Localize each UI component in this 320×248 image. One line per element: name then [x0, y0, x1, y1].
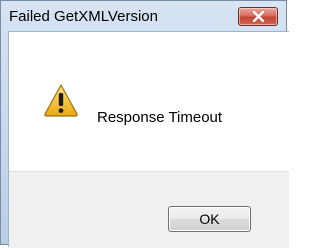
ok-button[interactable]: OK	[168, 206, 251, 232]
dialog-window: Failed GetXMLVersion Response Timeout OK	[0, 0, 289, 248]
warning-icon	[44, 84, 78, 117]
window-title: Failed GetXMLVersion	[9, 8, 158, 25]
close-button[interactable]	[238, 7, 278, 26]
button-bar: OK	[9, 171, 289, 248]
message-text: Response Timeout	[97, 109, 223, 126]
dialog-body: Response Timeout OK	[8, 31, 289, 248]
title-bar[interactable]: Failed GetXMLVersion	[1, 1, 286, 31]
close-icon	[252, 11, 265, 22]
